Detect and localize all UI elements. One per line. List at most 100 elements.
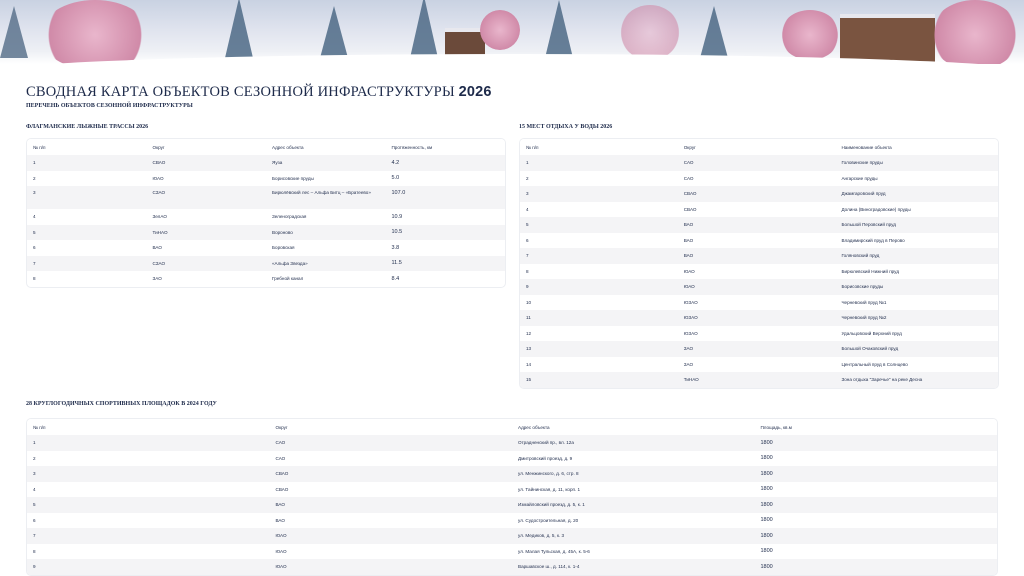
table-cell: ЮЗАО bbox=[683, 315, 698, 321]
table-cell: № п/п bbox=[33, 144, 46, 150]
table-cell: 14 bbox=[526, 361, 532, 367]
table-cell: ЗелАО bbox=[152, 214, 167, 220]
table-cell: САО bbox=[275, 440, 286, 446]
table-cell: № п/п bbox=[33, 424, 46, 430]
table-cell: Округ bbox=[152, 144, 165, 150]
table-cell: 10 bbox=[526, 299, 532, 305]
table-cell: 8.4 bbox=[391, 275, 400, 282]
table-cell: 7 bbox=[33, 533, 36, 539]
table-row: 1 САО Головинские пруды bbox=[520, 155, 998, 171]
table-cell: 7 bbox=[33, 260, 36, 266]
table-cell: ЗАО bbox=[683, 346, 694, 352]
table-cell: 9 bbox=[33, 564, 36, 570]
header-banner-image bbox=[0, 0, 1024, 64]
table-cell: 5.0 bbox=[391, 175, 400, 182]
table-row: 5 ВАО Измайловский проезд, д. 5, к. 1 1800 bbox=[27, 497, 997, 513]
table-cell: 5 bbox=[33, 502, 36, 508]
table-cell: ЗАО bbox=[683, 361, 694, 367]
table-cell: 2 bbox=[526, 175, 529, 181]
table-cell: 3 bbox=[33, 190, 36, 195]
table-cell: 15 bbox=[526, 377, 532, 383]
table-cell: Большой Очаковский пруд bbox=[841, 346, 899, 352]
table-cell: ЮАО bbox=[683, 268, 695, 274]
table-row: 14 ЗАО Центральный пруд в Солнцево bbox=[520, 357, 998, 373]
table-cell: 5 bbox=[33, 229, 36, 235]
table-cell: Адрес объекта bbox=[518, 424, 550, 430]
table-cell: 1800 bbox=[760, 517, 773, 524]
table-cell: ЮАО bbox=[275, 564, 287, 570]
table-row: 1 СВАО Яуза 4.2 bbox=[27, 155, 505, 171]
table-cell: Бирюлёвский лес – Альфа Битц – «Братеево… bbox=[272, 190, 371, 195]
sport-grounds-table: № п/п Округ Адрес объекта Площадь, кв.м 1 САО… bbox=[26, 418, 998, 576]
table-header-row: № п/п Округ Адрес объекта Площадь, кв.м bbox=[27, 419, 997, 435]
table-cell: 2 bbox=[33, 175, 36, 181]
table-cell: 8 bbox=[33, 276, 36, 282]
table-row: 3 СЗАО Бирюлёвский лес – Альфа Битц – «Бра… bbox=[27, 186, 505, 209]
table-cell: Борисовские пруды bbox=[272, 175, 314, 181]
table-cell: ВАО bbox=[683, 253, 694, 259]
table-row: 6 ВАО Владимирский пруд в Перово bbox=[520, 233, 998, 249]
table-cell: Зеленоградская bbox=[272, 214, 307, 220]
table-row: 7 ВАО Голяновский пруд bbox=[520, 248, 998, 264]
table-cell: 1800 bbox=[760, 470, 773, 477]
table-cell: 8 bbox=[33, 548, 36, 554]
table-cell: СВАО bbox=[683, 206, 697, 212]
table-cell: ВАО bbox=[683, 237, 694, 243]
table-cell: ЮАО bbox=[275, 533, 287, 539]
table-cell: 1800 bbox=[760, 548, 773, 555]
table-cell: 1800 bbox=[760, 532, 773, 539]
table-cell: 11.5 bbox=[391, 260, 402, 267]
table-cell: Гребной канал bbox=[272, 276, 304, 282]
table-row: 6 ВАО ул. Судостроительная, д. 20 1800 bbox=[27, 513, 997, 529]
table-cell: 1 bbox=[526, 160, 529, 166]
table-cell: ВАО bbox=[152, 245, 162, 251]
table-cell: ЮАО bbox=[275, 548, 287, 554]
table-cell: ТиНАО bbox=[152, 229, 168, 235]
table-row: 12 ЮЗАО Удальцовский Верхний пруд bbox=[520, 326, 998, 342]
table-cell: 10.9 bbox=[391, 213, 403, 220]
table-cell: 4 bbox=[33, 486, 36, 492]
table-cell: Черневский пруд №2 bbox=[841, 315, 887, 321]
table-row: 8 ЮАО Бирюлевский Нижний пруд bbox=[520, 264, 998, 280]
table-cell: 6 bbox=[33, 245, 36, 251]
table-cell: 13 bbox=[526, 346, 532, 352]
table-cell: Площадь, кв.м bbox=[760, 424, 792, 430]
table-cell: СЗАО bbox=[152, 260, 166, 266]
page-subtitle: ПЕРЕЧЕНЬ ОБЪЕКТОВ СЕЗОННОЙ ИНФРАСТРУКТУР… bbox=[26, 103, 193, 109]
table-row: 1 САО Отрадненский пр., вл. 12а 1800 bbox=[27, 435, 997, 451]
table-row: 13 ЗАО Большой Очаковский пруд bbox=[520, 341, 998, 357]
table-row: 3 СВАО ул. Менжинского, д. 6, стр. 8 1800 bbox=[27, 466, 997, 482]
table-cell: 3.8 bbox=[391, 244, 400, 251]
table-cell: «Альфа Звезда» bbox=[272, 260, 308, 266]
table-row: 5 ТиНАО Вороново 10.5 bbox=[27, 224, 505, 240]
page-title: СВОДНАЯ КАРТА ОБЪЕКТОВ СЕЗОННОЙ ИНФРАСТР… bbox=[26, 84, 492, 100]
table-cell: 1 bbox=[33, 160, 36, 166]
table-cell: СВАО bbox=[275, 471, 289, 477]
table-cell: 107.0 bbox=[391, 190, 406, 196]
table-cell: Адрес объекта bbox=[272, 144, 304, 150]
table-cell: 8 bbox=[526, 268, 529, 274]
table-row: 7 СЗАО «Альфа Звезда» 11.5 bbox=[27, 255, 505, 271]
table-cell: ВАО bbox=[683, 222, 694, 228]
table-cell: 1800 bbox=[760, 501, 773, 508]
table-cell: Дмитровский проезд, д. 9 bbox=[518, 455, 573, 461]
table-cell: 5 bbox=[526, 222, 529, 228]
table-header-row: № п/п Округ Наименование объекта bbox=[520, 139, 998, 155]
table-header-row: № п/п Округ Адрес объекта Протяженность, км bbox=[27, 139, 505, 155]
table-row: 10 ЮЗАО Черневский пруд №1 bbox=[520, 295, 998, 311]
table-cell: 11 bbox=[526, 315, 531, 321]
water-section-title: 15 МЕСТ ОТДЫХА У ВОДЫ 2026 bbox=[519, 124, 613, 130]
table-cell: 1800 bbox=[760, 439, 773, 446]
table-cell: Бирюлевский Нижний пруд bbox=[841, 268, 900, 274]
table-cell: ул. Медиков, д. 5, к. 3 bbox=[518, 533, 565, 539]
table-cell: ЮЗАО bbox=[683, 299, 698, 305]
table-cell: Яуза bbox=[272, 160, 283, 166]
table-cell: Протяженность, км bbox=[391, 144, 433, 150]
table-cell: Голяновский пруд bbox=[841, 253, 880, 259]
table-cell: ул. Менжинского, д. 6, стр. 8 bbox=[518, 471, 579, 477]
table-cell: Боровская bbox=[272, 245, 295, 251]
table-cell: 3 bbox=[526, 191, 529, 197]
sport-section-title: 28 КРУГЛОГОДИЧНЫХ СПОРТИВНЫХ ПЛОЩАДОК В … bbox=[26, 401, 217, 407]
table-row: 7 ЮАО ул. Медиков, д. 5, к. 3 1800 bbox=[27, 528, 997, 544]
table-row: 4 ЗелАО Зеленоградская 10.9 bbox=[27, 209, 505, 225]
